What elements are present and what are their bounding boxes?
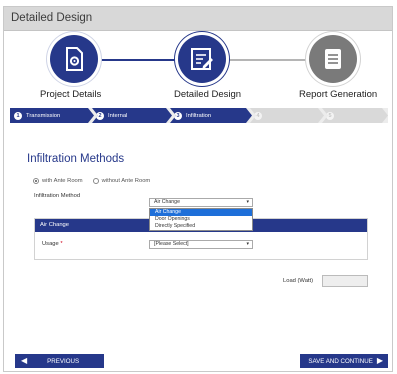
step-label-report-generation: Report Generation: [299, 89, 378, 100]
dropdown-option-door-openings[interactable]: Door Openings: [150, 216, 252, 223]
infiltration-method-label: Infiltration Method: [34, 193, 81, 199]
tab-step-5[interactable]: 5: [322, 108, 388, 123]
report-list-icon: [325, 49, 341, 69]
select-value: Air Change: [154, 199, 180, 205]
load-watt-field[interactable]: [322, 275, 368, 287]
tab-number: 2: [96, 112, 104, 120]
step-label-project-details: Project Details: [40, 89, 102, 100]
chevron-down-icon: ▾: [246, 199, 249, 205]
section-heading: Infiltration Methods: [27, 153, 125, 165]
radio-label: without Ante Room: [101, 178, 151, 184]
save-and-continue-label: SAVE AND CONTINUE: [308, 357, 373, 365]
usage-label: Usage *: [42, 241, 63, 247]
radio-label: with Ante Room: [42, 178, 83, 184]
infiltration-method-dropdown: Air Change Door Openings Directly Specif…: [149, 208, 253, 231]
save-and-continue-button[interactable]: SAVE AND CONTINUE ▶: [300, 354, 388, 368]
previous-button-label: PREVIOUS: [47, 357, 80, 365]
document-gear-icon: [66, 47, 83, 71]
radio-unselected-icon[interactable]: [92, 178, 99, 184]
load-label: Load (Watt): [283, 278, 314, 284]
previous-button[interactable]: ◀ PREVIOUS: [15, 354, 104, 368]
radio-selected-icon[interactable]: [33, 178, 39, 184]
step-label-detailed-design: Detailed Design: [174, 89, 242, 100]
wizard-progress: Project Details Detailed Design Report G…: [4, 32, 392, 104]
step-detailed-design[interactable]: [178, 35, 226, 83]
infiltration-method-select[interactable]: Air Change ▾: [149, 198, 253, 207]
dropdown-option-directly-specified[interactable]: Directly Specified: [150, 223, 252, 230]
step-report-generation[interactable]: [309, 35, 357, 83]
tab-number: 5: [326, 112, 334, 120]
tab-step-4[interactable]: 4: [250, 108, 324, 123]
step-project-details[interactable]: [50, 35, 98, 83]
tab-label: Infiltration: [186, 112, 212, 119]
arrow-left-icon: ◀: [21, 356, 28, 365]
dropdown-option-air-change[interactable]: Air Change: [150, 209, 252, 216]
radio-without-ante-room[interactable]: without Ante Room: [92, 178, 151, 184]
arrow-right-icon: ▶: [376, 356, 383, 365]
tab-transmission[interactable]: 1 Transmission: [10, 108, 94, 123]
tab-number: 3: [174, 112, 182, 120]
ante-room-radio-group: with Ante Room without Ante Room: [33, 178, 150, 184]
chevron-down-icon: ▾: [246, 241, 249, 247]
usage-label-text: Usage: [42, 241, 59, 247]
title-bar: Detailed Design: [4, 7, 392, 31]
radio-with-ante-room[interactable]: with Ante Room: [33, 178, 83, 184]
tab-infiltration[interactable]: 3 Infiltration: [170, 108, 252, 123]
select-value: [Please Select]: [154, 241, 189, 247]
usage-select[interactable]: [Please Select] ▾: [149, 240, 253, 249]
window-title: Detailed Design: [11, 12, 93, 24]
required-mark: *: [60, 241, 63, 247]
app-window: Detailed Design Project Details Detailed…: [3, 6, 393, 372]
tab-number: 4: [254, 112, 262, 120]
sub-step-tabs: 1 Transmission 2 Internal 3 Infiltration…: [10, 108, 388, 123]
tab-number: 1: [14, 112, 22, 120]
tab-internal[interactable]: 2 Internal: [92, 108, 172, 123]
edit-document-icon: [191, 48, 213, 70]
tab-label: Internal: [108, 112, 128, 119]
tab-label: Transmission: [26, 112, 61, 119]
